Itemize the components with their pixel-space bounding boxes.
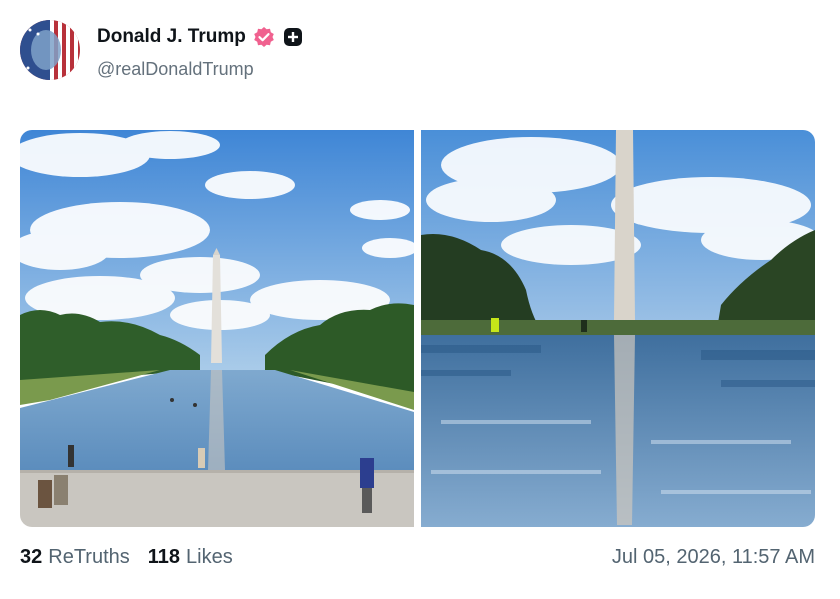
media-grid [20,130,815,527]
plus-square-icon [283,27,303,47]
retruths-label: ReTruths [48,545,130,568]
post-timestamp[interactable]: Jul 05, 2026, 11:57 AM [612,546,815,569]
post-footer: 32 ReTruths 118 Likes Jul 05, 2026, 11:5… [20,542,815,572]
post-header: Donald J. Trump @realDonaldTrump [20,20,620,82]
likes-count: 118 [147,545,181,568]
retruths-count: 32 [20,545,43,568]
display-name[interactable]: Donald J. Trump [97,26,246,48]
washington-monument-reflection-photo[interactable] [421,130,815,527]
avatar[interactable] [20,20,80,80]
name-row: Donald J. Trump [97,26,303,48]
verified-check-icon [253,26,275,48]
user-handle[interactable]: @realDonaldTrump [97,59,254,80]
likes-stat[interactable]: 118 Likes [148,546,233,569]
retruths-stat[interactable]: 32 ReTruths [20,546,130,569]
likes-label: Likes [186,545,233,568]
reflecting-pool-wide-photo[interactable] [20,130,414,527]
